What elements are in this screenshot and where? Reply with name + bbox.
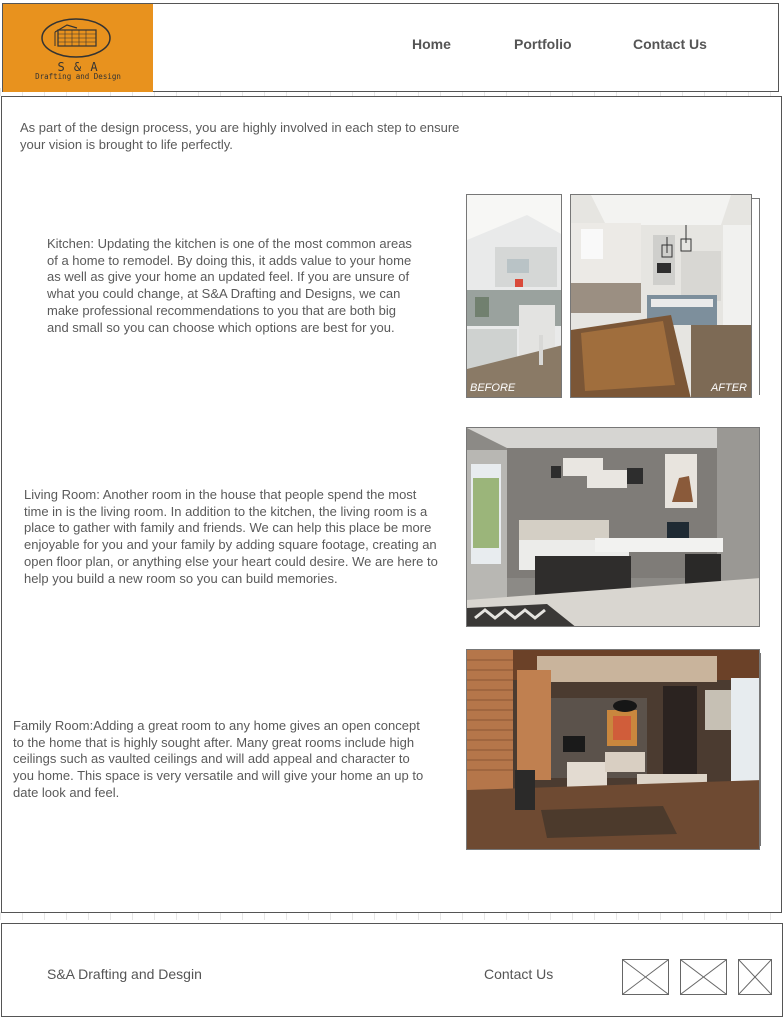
kitchen-before-image: BEFORE	[466, 194, 562, 398]
image-frame-edge	[759, 653, 761, 846]
footer-company-name: S&A Drafting and Desgin	[47, 966, 202, 982]
nav-portfolio[interactable]: Portfolio	[514, 36, 572, 52]
logo-tagline: Drafting and Design	[35, 72, 121, 81]
social-placeholder-icon[interactable]	[622, 959, 669, 995]
house-blueprint-icon	[41, 18, 111, 58]
kitchen-text: Kitchen: Updating the kitchen is one of …	[47, 236, 412, 335]
site-header: S & A Drafting and Design Home Portfolio…	[2, 3, 779, 92]
social-placeholder-icon[interactable]	[738, 959, 772, 995]
site-footer: S&A Drafting and Desgin Contact Us	[1, 923, 783, 1017]
family-room-text: Family Room:Adding a great room to any h…	[13, 718, 424, 800]
background-grid	[0, 912, 784, 920]
logo[interactable]: S & A Drafting and Design	[3, 4, 153, 92]
living-room-text: Living Room: Another room in the house t…	[24, 487, 438, 586]
intro-text: As part of the design process, you are h…	[20, 120, 460, 152]
kitchen-after-image: AFTER	[570, 194, 752, 398]
family-room-image	[466, 649, 760, 850]
living-room-image	[466, 427, 760, 627]
image-frame-edge	[751, 198, 760, 395]
social-placeholder-icon[interactable]	[680, 959, 727, 995]
nav-contact-us[interactable]: Contact Us	[633, 36, 707, 52]
main-content: As part of the design process, you are h…	[1, 96, 782, 913]
after-label: AFTER	[710, 382, 747, 394]
nav-home[interactable]: Home	[412, 36, 451, 52]
before-label: BEFORE	[470, 382, 516, 394]
footer-contact-link[interactable]: Contact Us	[484, 966, 553, 982]
